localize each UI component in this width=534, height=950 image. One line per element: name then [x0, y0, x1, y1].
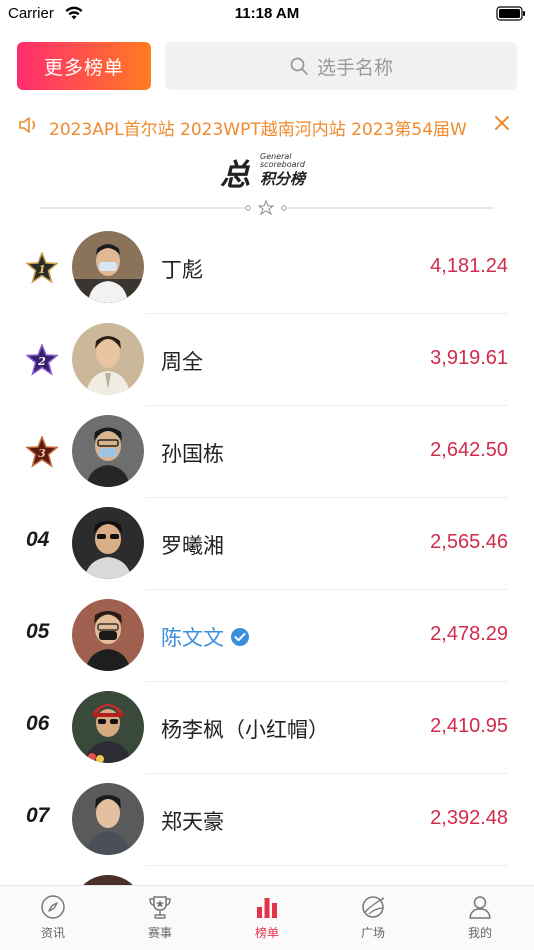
plaza-icon	[362, 896, 385, 918]
tab-label: 广场	[360, 926, 385, 940]
search-icon	[290, 57, 308, 75]
announcement-text: 2023APL首尔站 2023WPT越南河内站 2023第54届W	[49, 120, 467, 140]
player-score: 2,565.46	[430, 531, 508, 553]
compass-icon	[41, 895, 65, 919]
battery-icon	[496, 6, 525, 21]
avatar[interactable]	[72, 599, 144, 671]
title-chinese: 积分榜	[260, 170, 306, 188]
player-name: 丁彪	[161, 258, 203, 282]
medal-rank-label: 1	[38, 263, 46, 276]
player-name: 郑天豪	[161, 810, 224, 834]
medal-rank-label: 3	[38, 447, 46, 460]
player-name: 罗曦湘	[161, 534, 224, 558]
rank-number: 07	[26, 804, 50, 827]
search-placeholder: 选手名称	[316, 56, 393, 79]
tab-label: 我的	[467, 926, 492, 940]
tab-events[interactable]: 赛事	[120, 894, 200, 941]
clock: 11:18 AM	[234, 5, 300, 22]
ranking-row[interactable]: 05 陈文文 2,478.29	[0, 590, 534, 682]
ranking-row[interactable]: 07 郑天豪 2,392.48	[0, 774, 534, 866]
tab-profile[interactable]: 我的	[440, 894, 520, 941]
player-score: 2,392.48	[430, 807, 508, 829]
tab-bar: 资讯 赛事 榜单 广场 我的	[0, 885, 534, 950]
bronze-star-medal-icon: 3	[26, 436, 58, 468]
player-name-text: 陈文文	[161, 626, 224, 650]
avatar[interactable]	[72, 783, 144, 855]
close-icon[interactable]	[493, 114, 511, 132]
ranking-row[interactable]: 2 周全 3,919.61	[0, 314, 534, 406]
ranking-row[interactable]: 1 丁彪 4,181.24	[0, 222, 534, 314]
verified-icon	[231, 628, 249, 646]
player-score: 2,642.50	[430, 439, 508, 461]
ranking-row[interactable]: 3 孙国栋 2,642.50	[0, 406, 534, 498]
avatar[interactable]	[72, 231, 144, 303]
player-name: 周全	[161, 350, 203, 374]
player-name: 孙国栋	[161, 442, 224, 466]
ornament-divider	[40, 199, 494, 216]
medal-rank-label: 2	[37, 355, 46, 368]
ranking-row[interactable]: 06 杨李枫（小红帽） 2,410.95	[0, 682, 534, 774]
avatar[interactable]	[72, 507, 144, 579]
purple-star-medal-icon: 2	[26, 344, 58, 376]
avatar[interactable]	[72, 415, 144, 487]
gold-star-medal-icon: 1	[26, 252, 58, 284]
avatar[interactable]	[72, 691, 144, 763]
speaker-icon	[19, 117, 36, 133]
bar-chart-icon	[257, 898, 277, 918]
tab-label: 资讯	[40, 926, 65, 940]
rank-number: 04	[26, 528, 50, 551]
tab-rankings[interactable]: 榜单	[227, 894, 307, 941]
search-input[interactable]: 选手名称	[165, 42, 517, 90]
announcement-bar[interactable]: 2023APL首尔站 2023WPT越南河内站 2023第54届W	[0, 110, 534, 140]
player-name: 陈文文	[161, 622, 250, 652]
tab-plaza[interactable]: 广场	[333, 894, 413, 941]
status-bar: Carrier 11:18 AM	[0, 0, 534, 28]
tab-label: 赛事	[147, 926, 172, 940]
tab-news[interactable]: 资讯	[13, 894, 93, 941]
more-rankings-button[interactable]: 更多榜单	[17, 42, 151, 90]
player-score: 2,478.29	[430, 623, 508, 645]
avatar[interactable]	[72, 323, 144, 395]
player-score: 4,181.24	[430, 255, 508, 277]
scoreboard-title: 总 General scoreboard 积分榜	[220, 150, 320, 193]
player-name: 杨李枫（小红帽）	[161, 718, 329, 742]
player-score: 2,410.95	[430, 715, 508, 737]
rank-number: 06	[26, 712, 50, 735]
rank-number: 05	[26, 620, 50, 643]
tab-label: 榜单	[254, 926, 279, 940]
player-score: 3,919.61	[430, 347, 508, 369]
trophy-icon	[149, 896, 171, 919]
user-icon	[469, 896, 491, 919]
ranking-row[interactable]: 04 罗曦湘 2,565.46	[0, 498, 534, 590]
title-main-char: 总	[220, 158, 250, 193]
